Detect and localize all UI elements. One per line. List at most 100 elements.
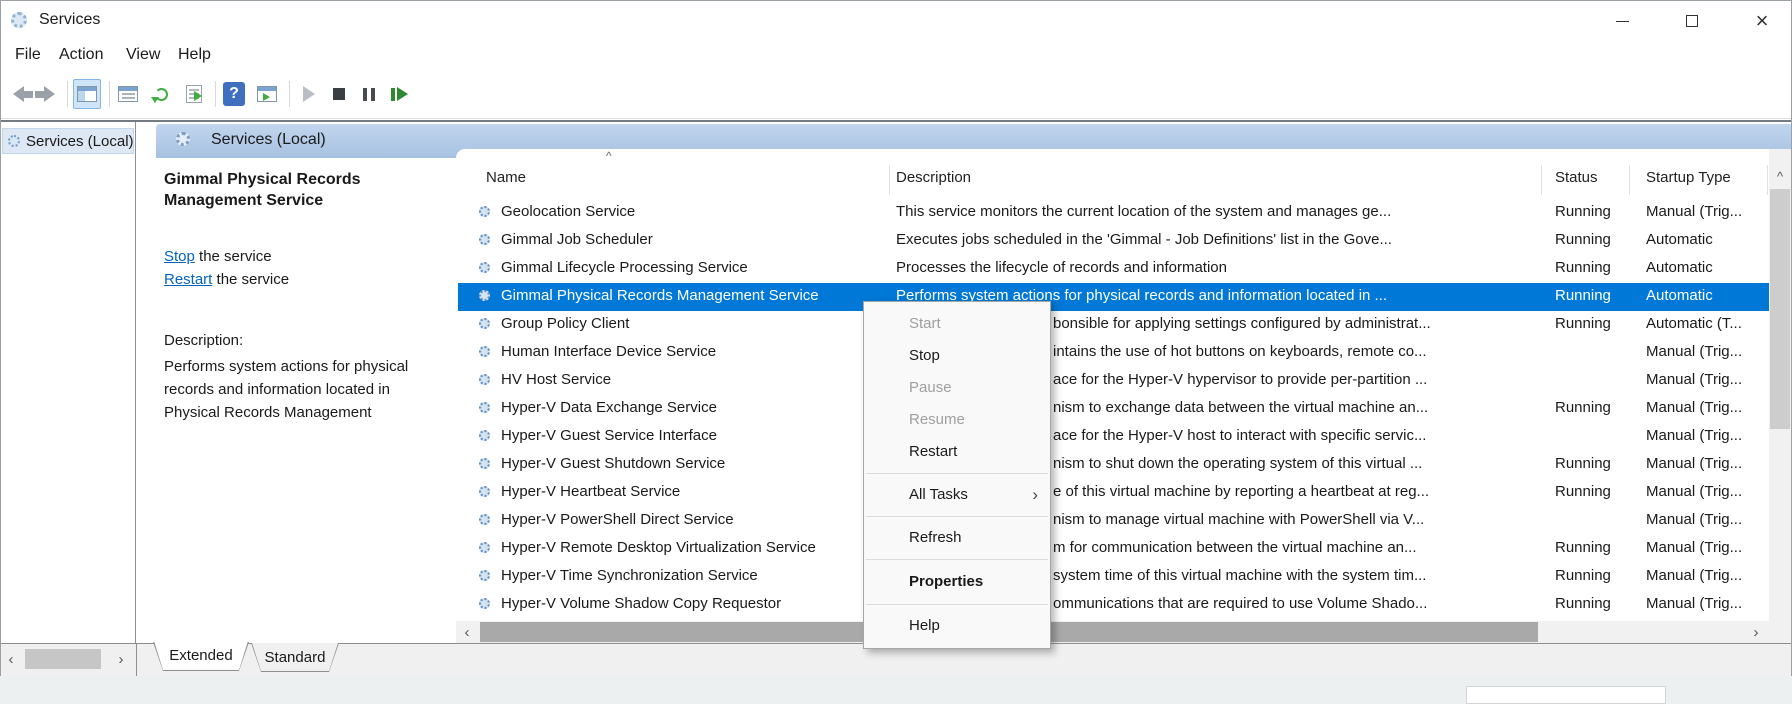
column-divider[interactable] bbox=[889, 165, 890, 195]
content-divider bbox=[1, 120, 1791, 122]
restart-service-button[interactable] bbox=[385, 79, 413, 109]
cell-startup-type: Manual (Trig... bbox=[1646, 343, 1764, 360]
table-row[interactable]: Gimmal Job Scheduler Executes jobs sched… bbox=[458, 227, 1769, 255]
properties-icon bbox=[118, 86, 138, 102]
title-bar: Services × bbox=[1, 1, 1791, 41]
column-header-startup-type[interactable]: Startup Type bbox=[1646, 169, 1731, 186]
vertical-scroll-thumb[interactable] bbox=[1770, 189, 1790, 429]
service-gear-icon bbox=[479, 206, 490, 217]
table-row[interactable]: Hyper-V Remote Desktop Virtualization Se… bbox=[458, 535, 1769, 563]
cell-startup-type: Manual (Trig... bbox=[1646, 539, 1764, 556]
minimize-icon bbox=[1616, 21, 1629, 22]
scroll-up-button[interactable]: ^ bbox=[1769, 165, 1791, 187]
restart-service-link[interactable]: Restart bbox=[164, 271, 212, 288]
minimize-button[interactable] bbox=[1599, 1, 1645, 41]
context-menu-item-resume: Resume bbox=[864, 404, 1050, 436]
service-gear-icon bbox=[479, 234, 490, 245]
start-service-button[interactable] bbox=[295, 79, 323, 109]
pause-service-button[interactable] bbox=[355, 79, 383, 109]
column-divider[interactable] bbox=[1541, 165, 1542, 195]
export-list-icon bbox=[186, 85, 202, 103]
table-row[interactable]: HV Host Service ace for the Hyper-V hype… bbox=[458, 367, 1769, 395]
cell-name: Human Interface Device Service bbox=[501, 343, 887, 360]
column-divider[interactable] bbox=[1629, 165, 1630, 195]
menu-bar: File Action View Help bbox=[1, 41, 1791, 71]
tab-extended[interactable]: Extended bbox=[153, 642, 249, 671]
tab-standard[interactable]: Standard bbox=[251, 643, 339, 672]
stop-service-button[interactable] bbox=[325, 79, 353, 109]
menu-view[interactable]: View bbox=[126, 46, 160, 64]
context-menu-item-all-tasks[interactable]: All Tasks › bbox=[864, 479, 1050, 511]
scroll-right-icon: › bbox=[119, 651, 124, 668]
refresh-button[interactable] bbox=[147, 79, 175, 109]
close-button[interactable]: × bbox=[1739, 1, 1785, 41]
table-row[interactable]: Gimmal Lifecycle Processing Service Proc… bbox=[458, 255, 1769, 283]
cell-startup-type: Automatic bbox=[1646, 287, 1764, 304]
context-menu-item-refresh[interactable]: Refresh bbox=[864, 522, 1050, 554]
stop-service-link[interactable]: Stop bbox=[164, 248, 195, 265]
menu-help[interactable]: Help bbox=[178, 46, 211, 64]
properties-button[interactable] bbox=[114, 79, 142, 109]
table-row[interactable]: Hyper-V PowerShell Direct Service nism t… bbox=[458, 507, 1769, 535]
cell-status: Running bbox=[1555, 539, 1627, 556]
scroll-right-button[interactable]: › bbox=[1745, 621, 1767, 643]
list-vertical-scrollbar[interactable]: ^ bbox=[1769, 149, 1791, 643]
cell-status: Running bbox=[1555, 231, 1627, 248]
sort-ascending-icon[interactable]: ^ bbox=[606, 149, 612, 163]
menu-separator bbox=[866, 473, 1048, 474]
list-horizontal-scrollbar[interactable]: ‹ › bbox=[456, 621, 1769, 643]
context-menu-item-pause: Pause bbox=[864, 372, 1050, 404]
stop-service-icon bbox=[333, 88, 345, 100]
table-row[interactable]: Hyper-V Guest Shutdown Service nism to s… bbox=[458, 451, 1769, 479]
table-row[interactable]: Geolocation Service This service monitor… bbox=[458, 199, 1769, 227]
show-action-pane-button[interactable] bbox=[253, 79, 281, 109]
service-gear-icon bbox=[479, 374, 490, 385]
back-button[interactable] bbox=[5, 79, 33, 109]
menu-separator bbox=[866, 559, 1048, 560]
band-title: Services (Local) bbox=[211, 131, 326, 149]
table-row-selected[interactable]: Gimmal Physical Records Management Servi… bbox=[458, 283, 1769, 311]
table-row[interactable]: Hyper-V Heartbeat Service e of this virt… bbox=[458, 479, 1769, 507]
table-row[interactable]: Hyper-V Data Exchange Service nism to ex… bbox=[458, 395, 1769, 423]
menu-file[interactable]: File bbox=[15, 46, 41, 64]
column-header-status[interactable]: Status bbox=[1555, 169, 1598, 186]
tree-horizontal-scrollbar[interactable]: ‹ › bbox=[1, 648, 135, 670]
tree-scroll-right-button[interactable]: › bbox=[111, 648, 131, 670]
show-console-tree-button[interactable] bbox=[73, 79, 101, 109]
service-gear-icon bbox=[479, 290, 490, 301]
help-icon: ? bbox=[223, 82, 245, 106]
tree-item-services-local[interactable]: Services (Local) bbox=[2, 128, 134, 154]
service-gear-icon bbox=[479, 430, 490, 441]
cell-status: Running bbox=[1555, 483, 1627, 500]
table-row[interactable]: Human Interface Device Service intains t… bbox=[458, 339, 1769, 367]
maximize-button[interactable] bbox=[1669, 1, 1715, 41]
column-header-description[interactable]: Description bbox=[896, 169, 971, 186]
context-menu-item-stop[interactable]: Stop bbox=[864, 340, 1050, 372]
tree-scroll-thumb[interactable] bbox=[25, 649, 101, 669]
cell-status: Running bbox=[1555, 399, 1627, 416]
service-gear-icon bbox=[479, 402, 490, 413]
table-row[interactable]: Hyper-V Guest Service Interface ace for … bbox=[458, 423, 1769, 451]
bottom-strip bbox=[0, 677, 1792, 704]
cell-name: Hyper-V Time Synchronization Service bbox=[501, 567, 887, 584]
table-row[interactable]: Hyper-V Time Synchronization Service sys… bbox=[458, 563, 1769, 591]
context-menu: Start Stop Pause Resume Restart All Task… bbox=[863, 301, 1051, 649]
taskbar-fragment bbox=[1466, 686, 1666, 704]
tab-standard-label: Standard bbox=[252, 643, 338, 671]
scroll-left-button[interactable]: ‹ bbox=[456, 621, 478, 643]
context-menu-item-properties[interactable]: Properties bbox=[864, 565, 1050, 599]
tree-scroll-left-button[interactable]: ‹ bbox=[1, 648, 21, 670]
column-header-name[interactable]: Name bbox=[486, 169, 526, 186]
context-menu-item-restart[interactable]: Restart bbox=[864, 436, 1050, 468]
menu-action[interactable]: Action bbox=[59, 46, 103, 64]
cell-name: Group Policy Client bbox=[501, 315, 887, 332]
forward-button[interactable] bbox=[35, 79, 63, 109]
export-list-button[interactable] bbox=[180, 79, 208, 109]
scroll-left-icon: ‹ bbox=[465, 624, 470, 641]
context-menu-item-help[interactable]: Help bbox=[864, 610, 1050, 642]
column-divider[interactable] bbox=[1767, 165, 1768, 195]
table-row[interactable]: Group Policy Client bonsible for applyin… bbox=[458, 311, 1769, 339]
help-button[interactable]: ? bbox=[220, 79, 248, 109]
table-row[interactable]: Hyper-V Volume Shadow Copy Requestor omm… bbox=[458, 591, 1769, 619]
restart-service-line: Restart the service bbox=[164, 268, 289, 291]
